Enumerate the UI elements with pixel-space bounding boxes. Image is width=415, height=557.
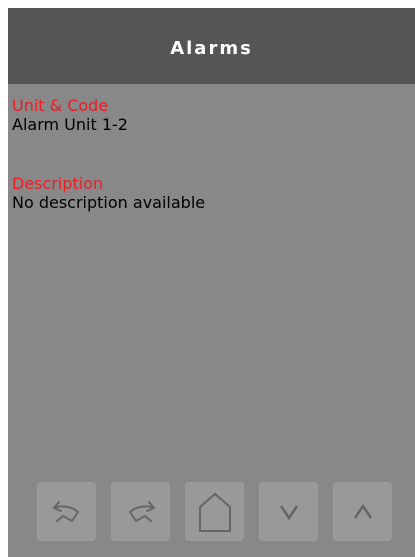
home-icon	[198, 492, 231, 532]
chevron-down-icon	[279, 504, 298, 520]
header-bar: Alarms	[8, 8, 415, 84]
unit-code-value: Alarm Unit 1-2	[12, 115, 128, 134]
description-label: Description	[12, 174, 104, 193]
redo-icon	[128, 500, 155, 522]
alarm-screen: Alarms Unit & Code Alarm Unit 1-2 Descri…	[8, 8, 415, 557]
undo-icon	[52, 500, 79, 522]
page-title: Alarms	[170, 37, 253, 59]
chevron-up-icon	[353, 503, 372, 519]
scroll-up-button[interactable]	[333, 482, 392, 541]
scroll-down-button[interactable]	[259, 482, 318, 541]
description-value: No description available	[12, 193, 206, 212]
home-button[interactable]	[185, 482, 244, 541]
unit-code-field: Unit & Code Alarm Unit 1-2	[12, 96, 128, 134]
redo-button[interactable]	[111, 482, 170, 541]
undo-button[interactable]	[37, 482, 96, 541]
description-field: Description No description available	[12, 174, 205, 212]
unit-code-label: Unit & Code	[12, 96, 109, 115]
